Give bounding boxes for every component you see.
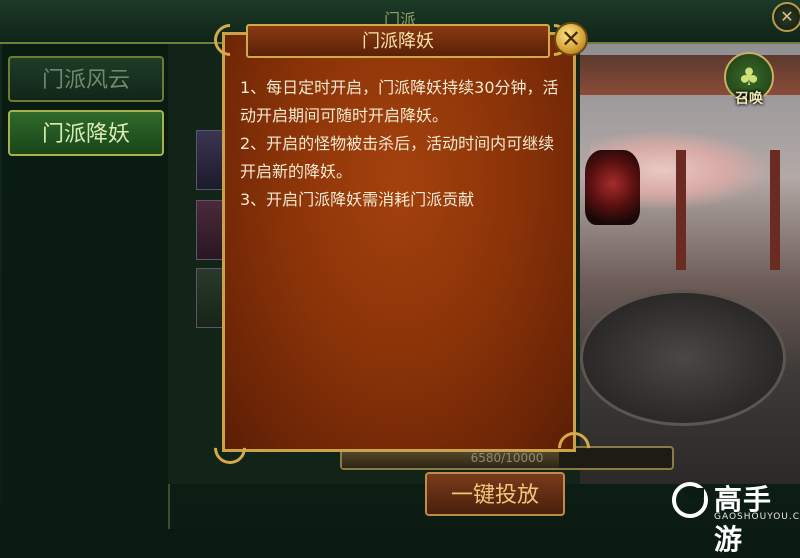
demon-monster xyxy=(585,150,640,225)
rule-line-1: 1、每日定时开启，门派降妖持续30分钟，活动开启期间可随时开启降妖。 xyxy=(240,78,559,125)
rules-dialog: 门派降妖 ✕ 1、每日定时开启，门派降妖持续30分钟，活动开启期间可随时开启降妖… xyxy=(207,17,597,471)
summon-label: 召唤 xyxy=(735,91,763,107)
left-nav: 门派风云 门派降妖 xyxy=(2,44,170,529)
rule-line-2: 2、开启的怪物被击杀后，活动时间内可继续开启新的降妖。 xyxy=(240,134,555,181)
dialog-header: 门派降妖 xyxy=(246,24,550,58)
dialog-rules-text: 1、每日定时开启，门派降妖持续30分钟，活动开启期间可随时开启降妖。 2、开启的… xyxy=(240,74,560,214)
dialog-close-icon[interactable]: ✕ xyxy=(554,22,588,56)
rule-line-3: 3、开启门派降妖需消耗门派贡献 xyxy=(240,190,475,209)
logo-mark-cut xyxy=(686,488,704,498)
gaoshouyou-logo: 高手游 GAOSHOUYOU.COM xyxy=(672,478,800,556)
nav-tab-sect-demon-slay[interactable]: 门派降妖 xyxy=(8,110,164,156)
gate-pillar xyxy=(770,150,780,270)
summon-altar xyxy=(580,290,786,426)
dialog-title: 门派降妖 xyxy=(362,31,434,52)
one-click-offer-button[interactable]: 一键投放 xyxy=(425,472,565,516)
gate-pillar xyxy=(676,150,686,270)
logo-subtext: GAOSHOUYOU.COM xyxy=(714,512,800,522)
summon-button[interactable]: ♣ 召唤 xyxy=(724,52,782,112)
window-close-icon[interactable]: ✕ xyxy=(772,2,800,32)
nav-tab-sect-news[interactable]: 门派风云 xyxy=(8,56,164,102)
